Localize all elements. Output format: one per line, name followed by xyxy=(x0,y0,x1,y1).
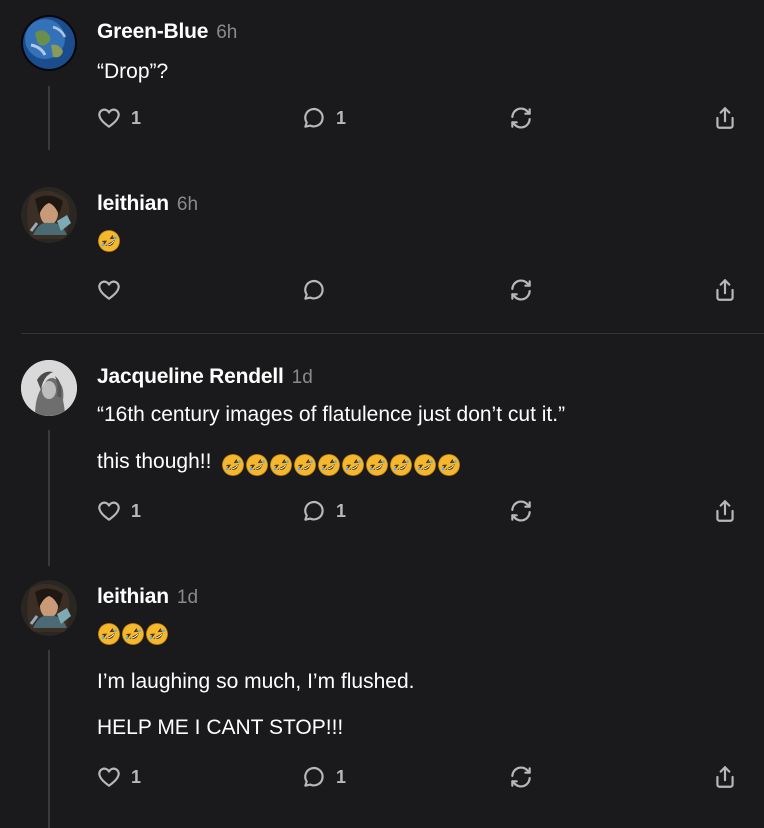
comment-header: leithian 1d xyxy=(97,585,198,609)
like-button[interactable]: 1 xyxy=(96,496,141,526)
emoji-row xyxy=(97,229,121,253)
rolling-on-floor-laughing-emoji xyxy=(365,453,389,477)
comment-bubble-icon xyxy=(304,279,324,300)
like-button[interactable]: 1 xyxy=(96,103,141,133)
timestamp[interactable]: 6h xyxy=(216,22,237,43)
heart-icon xyxy=(98,108,120,128)
comment-text: this though!! xyxy=(97,450,461,477)
restack-button[interactable] xyxy=(508,275,534,305)
avatar[interactable] xyxy=(21,187,77,243)
rolling-on-floor-laughing-emoji xyxy=(269,453,293,477)
like-count: 1 xyxy=(131,766,142,787)
heart-icon xyxy=(98,280,120,300)
share-button[interactable] xyxy=(712,103,738,133)
share-button[interactable] xyxy=(712,762,738,792)
avatar[interactable] xyxy=(21,360,77,416)
rolling-on-floor-laughing-emoji xyxy=(341,453,365,477)
comment-text: “Drop”? xyxy=(97,60,169,83)
restack-icon xyxy=(511,107,531,129)
share-icon xyxy=(716,279,734,301)
comment-header: Green-Blue 6h xyxy=(97,20,237,44)
rolling-on-floor-laughing-emoji xyxy=(145,622,169,646)
reply-button[interactable] xyxy=(301,275,327,305)
rolling-on-floor-laughing-emoji xyxy=(389,453,413,477)
avatar[interactable] xyxy=(21,580,77,636)
restack-icon xyxy=(511,279,531,301)
comment-header: Jacqueline Rendell 1d xyxy=(97,365,313,389)
author-name[interactable]: leithian xyxy=(97,585,169,608)
restack-icon xyxy=(511,500,531,522)
reply-button[interactable]: 1 xyxy=(301,496,346,526)
emoji-run xyxy=(221,453,461,477)
reply-button[interactable]: 1 xyxy=(301,103,346,133)
share-button[interactable] xyxy=(712,275,738,305)
restack-button[interactable] xyxy=(508,496,534,526)
author-name[interactable]: Jacqueline Rendell xyxy=(97,365,284,388)
rolling-on-floor-laughing-emoji xyxy=(413,453,437,477)
share-icon xyxy=(716,107,734,129)
comment-actions: 1 1 xyxy=(0,762,764,792)
rolling-on-floor-laughing-emoji xyxy=(317,453,341,477)
like-button[interactable] xyxy=(96,275,122,305)
heart-icon xyxy=(98,767,120,787)
rolling-on-floor-laughing-emoji xyxy=(221,453,245,477)
rolling-on-floor-laughing-emoji xyxy=(97,622,121,646)
comment-actions xyxy=(0,275,764,305)
restack-button[interactable] xyxy=(508,103,534,133)
rolling-on-floor-laughing-emoji xyxy=(437,453,461,477)
restack-icon xyxy=(511,766,531,788)
author-name[interactable]: leithian xyxy=(97,192,169,215)
share-icon xyxy=(716,766,734,788)
restack-button[interactable] xyxy=(508,762,534,792)
like-count: 1 xyxy=(131,107,142,128)
reply-count: 1 xyxy=(336,766,347,787)
comment-text: I’m laughing so much, I’m flushed. xyxy=(97,670,415,693)
comment-text-line: this though!! xyxy=(97,450,212,473)
timestamp[interactable]: 6h xyxy=(177,194,198,215)
emoji-row xyxy=(97,622,169,646)
thread-divider xyxy=(21,333,764,334)
timestamp[interactable]: 1d xyxy=(177,587,198,608)
share-icon xyxy=(716,500,734,522)
reply-button[interactable]: 1 xyxy=(301,762,346,792)
comment-text: “16th century images of flatulence just … xyxy=(97,403,566,426)
comment-bubble-icon xyxy=(304,766,324,787)
comment-actions: 1 1 xyxy=(0,103,764,133)
like-count: 1 xyxy=(131,500,142,521)
like-button[interactable]: 1 xyxy=(96,762,141,792)
rolling-on-floor-laughing-emoji xyxy=(245,453,269,477)
share-button[interactable] xyxy=(712,496,738,526)
rolling-on-floor-laughing-emoji xyxy=(97,229,121,253)
timestamp[interactable]: 1d xyxy=(292,367,313,388)
comment-header: leithian 6h xyxy=(97,192,198,216)
author-name[interactable]: Green-Blue xyxy=(97,20,208,43)
comment-bubble-icon xyxy=(304,107,324,128)
rolling-on-floor-laughing-emoji xyxy=(293,453,317,477)
thread-line xyxy=(48,650,50,828)
comment-text: HELP ME I CANT STOP!!! xyxy=(97,716,344,739)
comment-bubble-icon xyxy=(304,500,324,521)
heart-icon xyxy=(98,501,120,521)
comment-actions: 1 1 xyxy=(0,496,764,526)
reply-count: 1 xyxy=(336,500,347,521)
reply-count: 1 xyxy=(336,107,347,128)
rolling-on-floor-laughing-emoji xyxy=(121,622,145,646)
avatar[interactable] xyxy=(21,15,77,71)
